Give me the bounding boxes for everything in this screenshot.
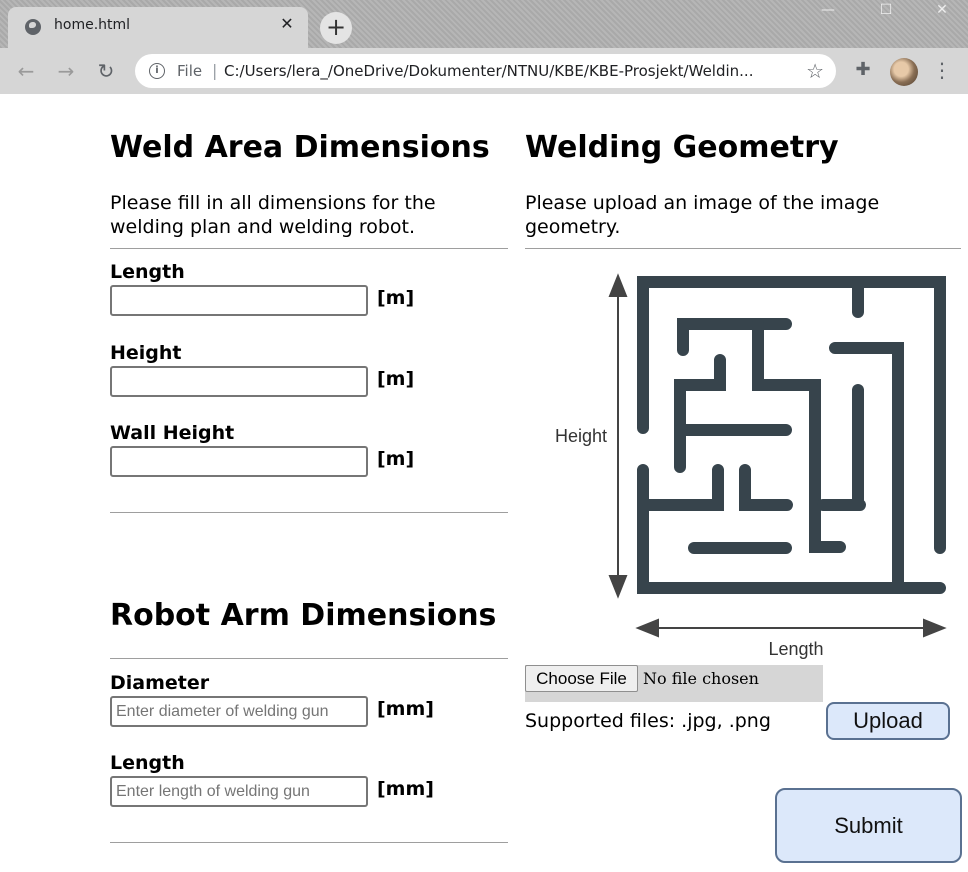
height-unit: [m]	[377, 368, 415, 390]
browser-toolbar: ← → ↻ i File | C:/Users/lera_/OneDrive/D…	[0, 48, 968, 94]
height-arrow	[608, 273, 628, 599]
wall-height-label: Wall Height	[110, 422, 235, 444]
wall-height-unit: [m]	[377, 448, 415, 470]
tab-title: home.html	[54, 17, 131, 33]
submit-button[interactable]: Submit	[775, 788, 962, 863]
close-tab-icon[interactable]: ✕	[276, 13, 298, 35]
diameter-input[interactable]	[110, 696, 368, 727]
welding-geometry-description: Please upload an image of the image geom…	[525, 192, 880, 238]
extensions-puzzle-icon[interactable]: ✚	[852, 59, 874, 81]
divider	[110, 658, 508, 659]
diameter-label: Diameter	[110, 672, 210, 694]
weld-area-title: Weld Area Dimensions	[110, 130, 490, 165]
back-arrow-icon[interactable]: ←	[13, 58, 39, 84]
length-input[interactable]	[110, 285, 368, 316]
robot-arm-title: Robot Arm Dimensions	[110, 598, 497, 633]
reload-icon[interactable]: ↻	[93, 58, 119, 84]
gun-length-label: Length	[110, 752, 185, 774]
forward-arrow-icon[interactable]: →	[53, 58, 79, 84]
new-tab-button[interactable]: +	[320, 12, 352, 44]
height-input[interactable]	[110, 366, 368, 397]
diameter-unit: [mm]	[377, 698, 434, 720]
address-url[interactable]: C:/Users/lera_/OneDrive/Dokumenter/NTNU/…	[224, 62, 794, 80]
maze-height-label: Height	[555, 426, 607, 446]
upload-button[interactable]: Upload	[826, 702, 950, 740]
file-chooser[interactable]: Choose File No file chosen	[525, 665, 823, 702]
length-unit: [m]	[377, 287, 415, 309]
divider	[525, 248, 961, 249]
gun-length-input[interactable]	[110, 776, 368, 807]
maze-walls	[637, 276, 946, 594]
choose-file-button[interactable]: Choose File	[525, 665, 638, 692]
browser-tab[interactable]: home.html ✕	[8, 7, 308, 48]
maximize-icon[interactable]: ☐	[866, 2, 906, 20]
bookmark-star-icon[interactable]: ☆	[806, 59, 824, 83]
wall-height-input[interactable]	[110, 446, 368, 477]
close-window-icon[interactable]: ✕	[922, 2, 962, 20]
maze-geometry-image: Height Length	[540, 265, 960, 665]
supported-files-text: Supported files: .jpg, .png	[525, 710, 771, 732]
address-scheme: File	[177, 62, 203, 80]
divider	[110, 248, 508, 249]
maze-length-label: Length	[768, 639, 823, 659]
kebab-menu-icon[interactable]: ⋮	[932, 58, 952, 84]
info-icon[interactable]: i	[149, 63, 165, 79]
welding-geometry-title: Welding Geometry	[525, 130, 839, 165]
weld-area-description: Please fill in all dimensions for the we…	[110, 192, 436, 238]
divider	[110, 512, 508, 513]
divider	[110, 842, 508, 843]
length-arrow	[635, 618, 947, 638]
file-status: No file chosen	[643, 669, 759, 688]
globe-icon	[25, 19, 41, 35]
minimize-icon[interactable]: —	[808, 2, 848, 20]
length-label: Length	[110, 261, 185, 283]
height-label: Height	[110, 342, 182, 364]
gun-length-unit: [mm]	[377, 778, 434, 800]
browser-tab-strip: home.html ✕ + — ☐ ✕	[0, 0, 968, 48]
address-bar[interactable]: i File | C:/Users/lera_/OneDrive/Dokumen…	[135, 54, 836, 88]
avatar[interactable]	[890, 58, 918, 86]
address-separator: |	[212, 61, 218, 80]
